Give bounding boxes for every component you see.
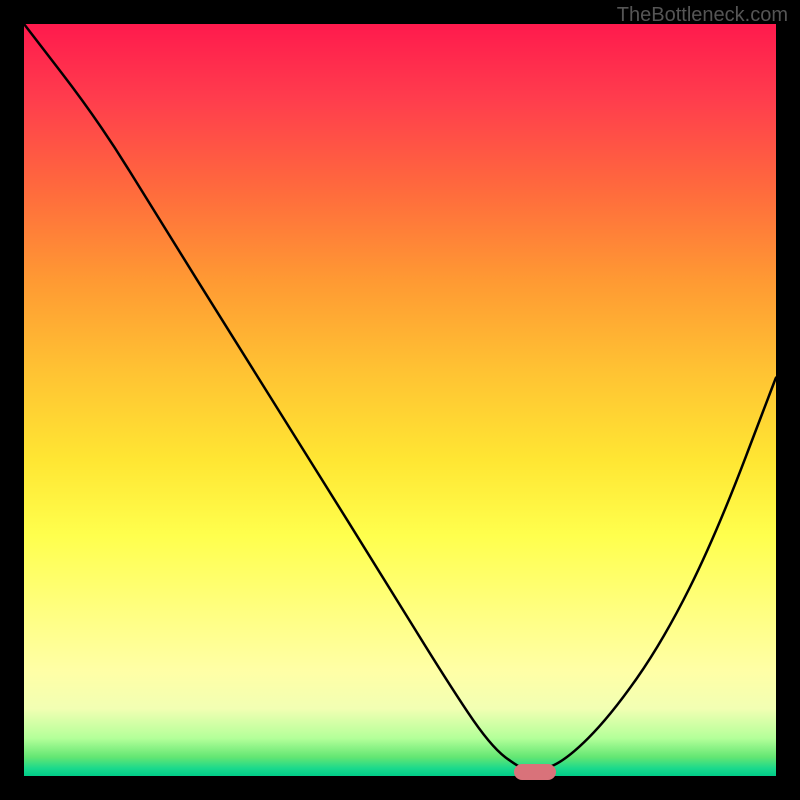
bottleneck-curve [24,24,776,776]
chart-plot-area [24,24,776,776]
watermark-text: TheBottleneck.com [617,4,788,27]
optimal-point-marker [514,764,556,780]
